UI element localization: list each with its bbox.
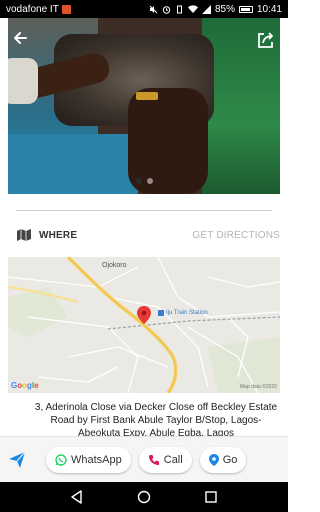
signal-icon — [201, 4, 211, 14]
call-button[interactable]: Call — [138, 446, 192, 473]
pagination-dot-active[interactable] — [135, 178, 142, 184]
whatsapp-button[interactable]: WhatsApp — [46, 446, 131, 473]
clock: 10:41 — [256, 3, 282, 15]
photo-floor — [8, 134, 138, 194]
battery-icon — [238, 5, 253, 13]
wifi-icon — [187, 4, 198, 13]
phone-icon — [148, 454, 159, 465]
map-label-station: Iju Train Station — [166, 310, 208, 316]
photo-sleeve — [8, 58, 38, 104]
action-bar: WhatsApp Call Go — [0, 436, 288, 482]
screen: vodafone IT 85% 10:41 WHERE GET DIRECTIO… — [0, 0, 288, 512]
vibrate-icon — [176, 5, 182, 13]
go-label: Go — [222, 453, 238, 466]
location-map[interactable]: Ojokoro Iju Train Station Google Map dat… — [8, 257, 280, 393]
map-icon — [17, 229, 31, 241]
recents-square-icon[interactable] — [204, 490, 218, 504]
call-label: Call — [163, 453, 183, 466]
photo-gallery[interactable] — [8, 18, 280, 194]
pagination-dot[interactable] — [146, 178, 153, 184]
whatsapp-icon — [55, 453, 67, 466]
divider — [16, 210, 272, 211]
where-row: WHERE GET DIRECTIONS — [16, 226, 280, 244]
address-text: 3, Aderinola Close via Decker Close off … — [34, 402, 278, 439]
gallery-pagination — [8, 178, 280, 184]
home-circle-icon[interactable] — [137, 490, 151, 504]
status-icons: 85% 10:41 — [149, 4, 282, 15]
google-logo: Google — [11, 381, 39, 390]
send-icon[interactable] — [8, 451, 26, 469]
alarm-icon — [162, 5, 171, 14]
back-triangle-icon[interactable] — [70, 490, 84, 504]
status-bar: vodafone IT 85% 10:41 — [0, 0, 288, 18]
system-nav-bar — [0, 482, 288, 512]
go-button[interactable]: Go — [199, 446, 247, 473]
photo-watch — [136, 92, 158, 100]
carrier-name: vodafone IT — [6, 3, 59, 15]
share-icon[interactable] — [256, 30, 276, 50]
carrier-badge-icon — [61, 4, 71, 14]
whatsapp-label: WhatsApp — [71, 453, 122, 466]
battery-percent: 85% — [214, 3, 235, 15]
where-label: WHERE — [39, 229, 78, 241]
carrier: vodafone IT — [6, 4, 71, 15]
map-roads — [8, 257, 280, 393]
get-directions-link[interactable]: GET DIRECTIONS — [192, 230, 280, 241]
map-label-town: Ojokoro — [102, 262, 127, 269]
location-pin-icon — [208, 453, 219, 466]
mute-icon — [149, 5, 158, 13]
arrow-left-icon[interactable] — [12, 30, 28, 46]
map-copyright: Map data ©2020 — [239, 384, 277, 390]
